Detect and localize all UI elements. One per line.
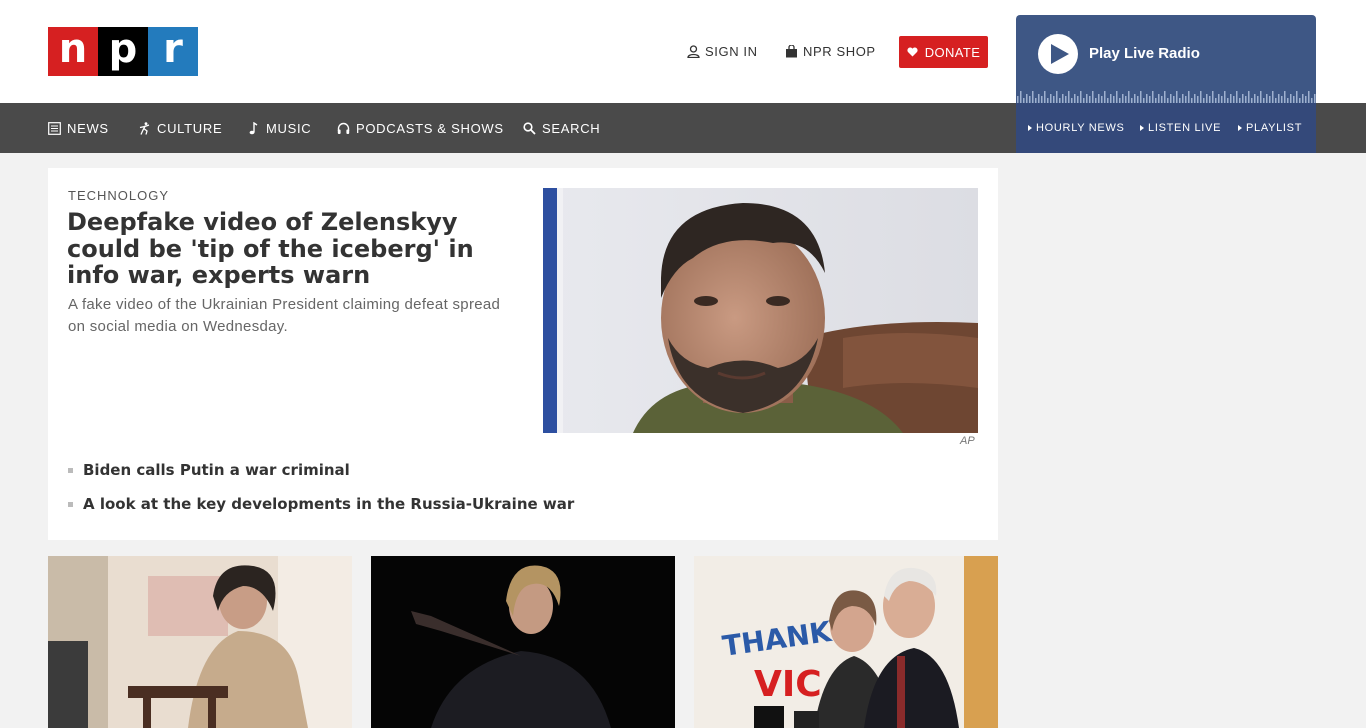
nav-label-search: SEARCH <box>542 120 601 136</box>
npr-shop-link[interactable]: NPR SHOP <box>785 44 876 59</box>
live-radio-player: Play Live Radio HOURLY NEWS LISTEN LIVE … <box>1016 15 1316 153</box>
sign-in-link[interactable]: SIGN IN <box>687 44 758 59</box>
dancer-icon <box>139 121 150 135</box>
player-links-bar: HOURLY NEWS LISTEN LIVE PLAYLIST <box>1016 103 1316 153</box>
play-live-radio-label[interactable]: Play Live Radio <box>1089 45 1200 62</box>
music-note-icon <box>249 121 258 134</box>
logo-letter-r: r <box>148 27 198 76</box>
play-icon <box>1051 44 1069 64</box>
lead-headline[interactable]: Deepfake video of Zelenskyy could be 'ti… <box>67 209 497 289</box>
playlist-link[interactable]: PLAYLIST <box>1238 122 1302 134</box>
user-icon <box>687 45 700 58</box>
nav-item-culture[interactable]: CULTURE <box>138 103 222 153</box>
lead-teaser: A fake video of the Ukrainian President … <box>68 296 501 335</box>
nav-item-podcasts-shows[interactable]: PODCASTS & SHOWS <box>337 103 504 153</box>
nav-item-search[interactable]: SEARCH <box>523 103 600 153</box>
shopping-bag-icon <box>786 45 797 58</box>
lead-story-photo[interactable] <box>543 188 978 433</box>
related-story-title: A look at the key developments in the Ru… <box>83 495 575 513</box>
npr-shop-label: NPR SHOP <box>803 44 876 59</box>
nav-item-music[interactable]: MUSIC <box>247 103 311 153</box>
heart-icon <box>907 47 918 57</box>
lead-story-card: TECHNOLOGY Deepfake video of Zelenskyy c… <box>48 168 998 540</box>
sign-in-label: SIGN IN <box>705 44 758 59</box>
related-story-link[interactable]: A look at the key developments in the Ru… <box>68 495 574 513</box>
npr-logo[interactable]: n p r <box>48 27 198 76</box>
related-story-link[interactable]: Biden calls Putin a war criminal <box>68 461 350 479</box>
nav-label-podcasts-shows: PODCASTS & SHOWS <box>356 120 504 136</box>
donate-button[interactable]: DONATE <box>899 36 988 68</box>
nav-label-culture: CULTURE <box>157 120 223 136</box>
play-live-radio-button[interactable] <box>1038 34 1078 74</box>
logo-letter-n: n <box>48 27 98 76</box>
audio-waveform-graphic <box>1016 88 1316 104</box>
story-slug[interactable]: TECHNOLOGY <box>68 188 169 203</box>
nav-label-music: MUSIC <box>266 120 312 136</box>
listen-live-link[interactable]: LISTEN LIVE <box>1140 122 1221 134</box>
svg-text:VIC: VIC <box>754 664 822 705</box>
search-icon <box>523 121 536 135</box>
nav-label-news: NEWS <box>67 120 109 136</box>
story-tile-photo[interactable] <box>371 556 675 728</box>
donate-label: DONATE <box>924 44 981 60</box>
nav-item-news[interactable]: NEWS <box>48 103 109 153</box>
newspaper-icon <box>48 121 61 135</box>
story-tile-photo[interactable] <box>48 556 352 728</box>
hourly-news-link[interactable]: HOURLY NEWS <box>1028 122 1125 134</box>
related-story-title: Biden calls Putin a war criminal <box>83 461 350 479</box>
photo-credit: AP <box>960 435 975 447</box>
logo-letter-p: p <box>98 27 148 76</box>
story-tile-photo[interactable]: THANK VIC <box>694 556 998 728</box>
headphones-icon <box>337 122 350 134</box>
